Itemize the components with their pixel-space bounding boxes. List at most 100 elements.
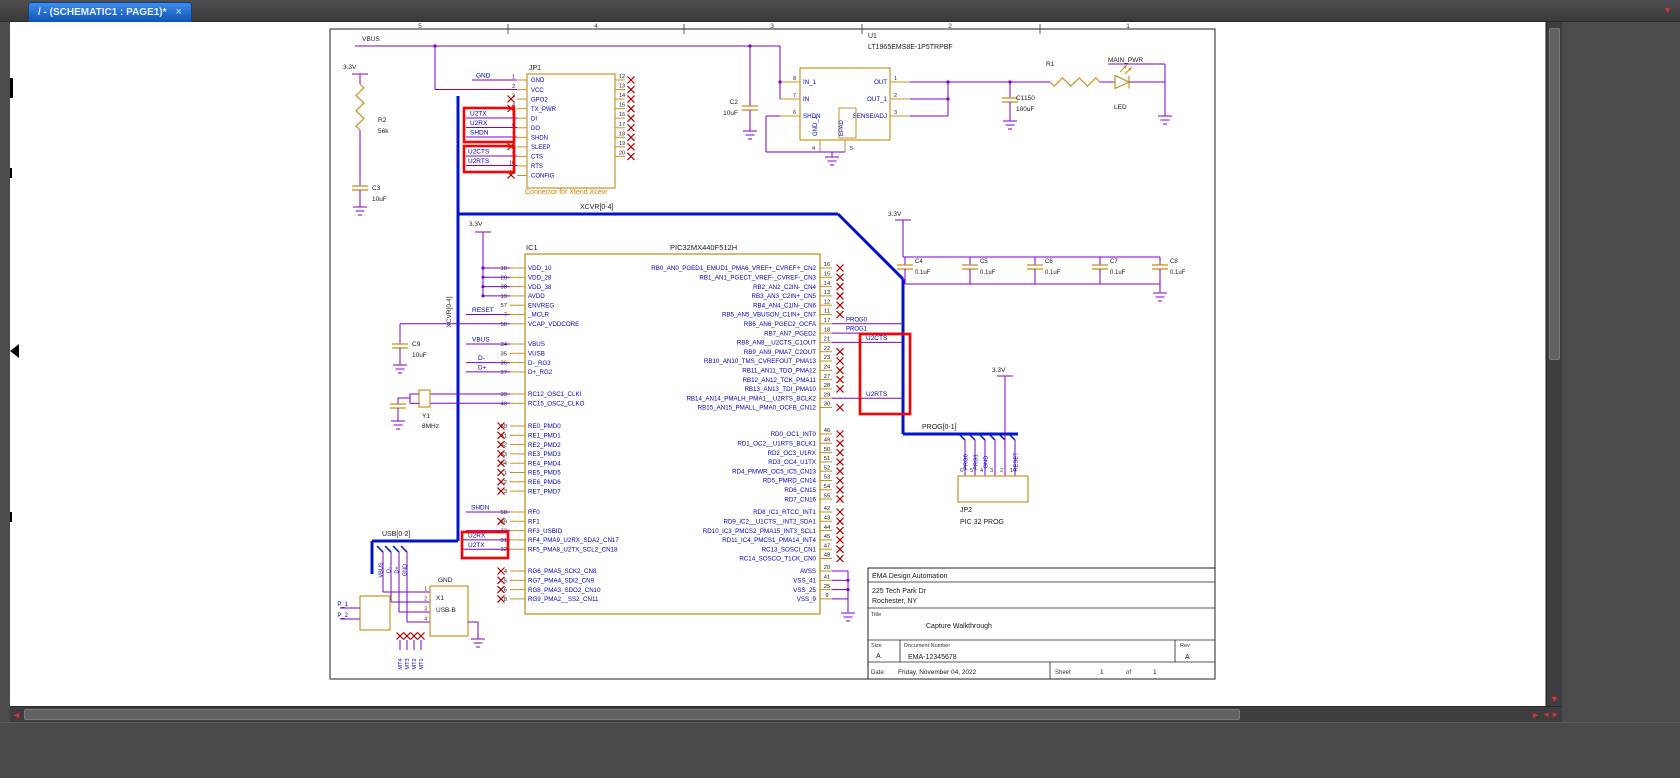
pin-number[interactable]: 2 — [894, 93, 897, 99]
net-label[interactable]: D- — [387, 567, 393, 573]
pin-name[interactable]: RB14_AN14_PMALH_PMA1__U2RTS_BCLK2 — [686, 395, 816, 402]
pin-name[interactable]: D+_RG2 — [528, 369, 553, 376]
net-label[interactable]: U2RTS — [468, 158, 490, 165]
pin-name[interactable]: VDD_38 — [528, 284, 552, 291]
pin-name[interactable]: RD1_OC2__U1RTS_BCLK1 — [737, 441, 816, 448]
component-ref[interactable]: C6 — [1045, 259, 1053, 265]
pin-name[interactable]: RD0_OC1_INT0 — [771, 431, 817, 438]
component-value[interactable]: 0.1uF — [980, 270, 996, 276]
net-label[interactable]: GND — [438, 577, 453, 584]
bus-wire[interactable] — [838, 214, 903, 279]
pin-number[interactable]: 12 — [824, 299, 830, 305]
component-value[interactable]: 10uF — [412, 352, 427, 359]
pin-number[interactable]: 32 — [501, 547, 507, 553]
power-net-label[interactable]: 3.3V — [343, 64, 357, 71]
component-caption[interactable]: Connector for Xtend Xcevr — [525, 189, 608, 196]
pin-number[interactable]: 50 — [824, 447, 830, 453]
net-label[interactable]: RESET — [472, 307, 494, 314]
pin-number[interactable]: 9 — [825, 593, 828, 599]
pin-number[interactable]: 3 — [894, 110, 897, 116]
component-ref[interactable]: R2 — [378, 117, 387, 124]
pin-name[interactable]: RE4_PMD4 — [528, 460, 561, 467]
pin-number[interactable]: 13 — [824, 290, 830, 296]
bus-entry[interactable] — [385, 546, 391, 552]
net-label[interactable]: RESET — [1014, 452, 1020, 472]
component-value[interactable]: 0.1uF — [1170, 270, 1186, 276]
pin-number[interactable]: 19 — [501, 294, 507, 300]
net-label[interactable]: PRG0 — [964, 454, 970, 470]
pin-name[interactable]: RD10_IC3_PMCS2_PMA15_INT3_SCL1 — [703, 528, 817, 535]
component-value[interactable]: LT1965EMS8E-1P5TRPBF — [868, 44, 953, 51]
component-ref[interactable]: U1 — [868, 33, 877, 40]
pin-name[interactable]: RB0_AN0_PGED1_EMUD1_PMA6_VREF+_CVREF+_CN… — [651, 265, 816, 272]
pin-number[interactable]: 14 — [824, 281, 831, 287]
led-symbol[interactable] — [1115, 76, 1129, 89]
pin-name[interactable]: SLEEP — [531, 145, 550, 151]
pin-number[interactable]: 5 — [850, 146, 853, 152]
vertical-scroll-thumb[interactable] — [1549, 28, 1560, 360]
pin-number[interactable]: 30 — [824, 402, 830, 408]
net-label[interactable]: VBUS — [472, 337, 490, 344]
pin-name[interactable]: RB12_AN12_TCK_PMA11 — [743, 377, 817, 384]
pin-name[interactable]: VDD_28 — [528, 275, 552, 282]
pin-number[interactable]: 51 — [824, 456, 830, 462]
pin-name[interactable]: RF1 — [528, 519, 540, 526]
pin-name[interactable]: RB6_AN6_PGEC2_OCFA — [744, 321, 817, 328]
pin-name[interactable]: RG7_PMA4_SDI2_CN9 — [528, 578, 595, 585]
net-label[interactable]: P_2 — [337, 613, 348, 619]
pin-name[interactable]: RB15_AN15_PMALL_PMA0_OCFB_CN12 — [698, 405, 817, 412]
pin-name[interactable]: RF0 — [528, 509, 540, 516]
pin-number[interactable]: 20 — [619, 150, 625, 156]
part-outline[interactable] — [360, 596, 390, 630]
pin-name[interactable]: IN_1 — [803, 79, 817, 86]
pin-name[interactable]: VSS_25 — [793, 587, 816, 594]
pin-number[interactable]: 4 — [812, 146, 815, 152]
pin-number[interactable]: 4 — [424, 617, 427, 623]
pin-name[interactable]: RF4_PMA9_U2RX_SDA2_CN17 — [528, 537, 619, 544]
pin-number[interactable]: 23 — [824, 355, 830, 361]
tab-close-icon[interactable]: × — [176, 7, 182, 18]
pin-name[interactable]: TX_PWR — [531, 107, 557, 113]
bus-entry[interactable] — [377, 546, 383, 552]
component-ref[interactable]: C1 — [1016, 95, 1025, 102]
pin-number[interactable]: 28 — [824, 383, 830, 389]
pin-number[interactable]: 44 — [824, 525, 831, 531]
pin-number[interactable]: 53 — [824, 475, 830, 481]
component-value[interactable]: 0.1uF — [1045, 270, 1061, 276]
pin-name[interactable]: GPO2 — [531, 97, 548, 103]
pin-number[interactable]: 12 — [619, 74, 625, 80]
pin-number[interactable]: 46 — [824, 428, 830, 434]
pin-number[interactable]: 41 — [824, 575, 830, 581]
pin-name[interactable]: IN — [803, 96, 809, 103]
pin-name[interactable]: RD6_CN15 — [784, 487, 816, 494]
component-value[interactable]: 0.1uF — [915, 270, 931, 276]
pin-name[interactable]: D-_RG3 — [528, 360, 551, 367]
net-label[interactable]: MT2 — [412, 658, 418, 669]
component-value[interactable]: 150 — [1024, 95, 1035, 102]
pin-name[interactable]: RF5_PMA8_U2TX_SCL2_CN18 — [528, 546, 618, 553]
pin-number[interactable]: 57 — [501, 303, 507, 309]
net-label[interactable]: PROG1 — [846, 327, 868, 333]
pin-name[interactable]: RB3_AN3_C2IN+_CN5 — [752, 293, 817, 300]
pin-name[interactable]: VDD_10 — [528, 265, 552, 272]
pin-number[interactable]: 17 — [619, 122, 625, 128]
pin-number[interactable]: 8 — [793, 76, 796, 82]
pin-name[interactable]: RB10_AN10_TMS_CVREFOUT_PMA13 — [704, 358, 817, 365]
pin-number[interactable]: 6 — [793, 110, 796, 116]
pin-number[interactable]: 2 — [424, 597, 427, 603]
schematic-drawing[interactable]: 54321VBUS3.3VR256kC310uFJP11GND2VCC3GPO2… — [10, 22, 1546, 706]
component-value[interactable]: 0.1uF — [1110, 270, 1126, 276]
pin-number[interactable]: 18 — [824, 327, 830, 333]
component-ref[interactable]: R1 — [1046, 61, 1055, 68]
pin-name[interactable]: RTS — [531, 164, 543, 170]
component-value[interactable]: 56k — [378, 128, 389, 135]
pin-number[interactable]: 21 — [824, 337, 830, 343]
component-value[interactable]: 10uF — [723, 110, 738, 117]
component-ref[interactable]: C8 — [1170, 259, 1178, 265]
pin-name[interactable]: RD5_PMRD_CN14 — [763, 478, 817, 485]
component-ref[interactable]: C4 — [915, 259, 923, 265]
pin-number[interactable]: 54 — [824, 484, 831, 490]
pin-name[interactable]: RB5_AN5_VBUSON_C1IN+_CN7 — [722, 312, 817, 319]
pin-name[interactable]: VCAP_VDDCORE — [528, 321, 579, 328]
bus-entry[interactable] — [401, 546, 407, 552]
